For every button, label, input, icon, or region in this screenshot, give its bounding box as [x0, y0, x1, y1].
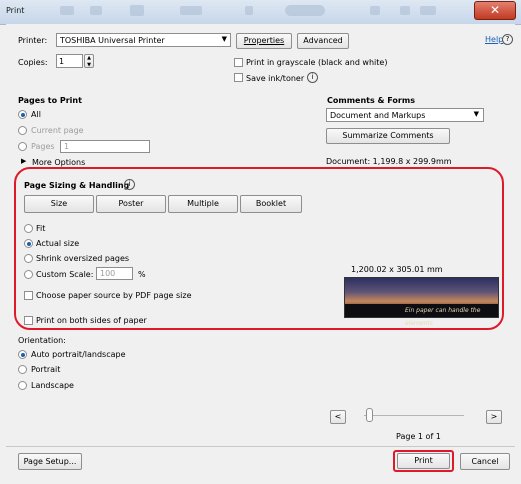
auto-orientation-radio[interactable]: [18, 350, 27, 359]
printer-value: TOSHIBA Universal Printer: [60, 36, 165, 45]
paper-source-label: Choose paper source by PDF page size: [36, 291, 192, 300]
page-count: Page 1 of 1: [396, 432, 441, 441]
pages-input[interactable]: 1: [60, 140, 150, 153]
cancel-button[interactable]: Cancel: [460, 453, 510, 470]
pages-to-print-heading: Pages to Print: [18, 96, 82, 105]
printer-label: Printer:: [18, 36, 48, 45]
preview-size: 1,200.02 x 305.01 mm: [351, 265, 443, 274]
preview-banner: Ein paper can handle the elements: [345, 304, 498, 327]
spin-arrows-icon[interactable]: ▲ ▼: [84, 54, 94, 68]
comments-forms-value: Document and Markups: [330, 111, 426, 120]
triangle-right-icon[interactable]: ▶: [21, 157, 26, 165]
pages-radio[interactable]: [18, 142, 27, 151]
save-ink-label: Save ink/toner: [246, 74, 305, 83]
current-page-radio[interactable]: [18, 126, 27, 135]
toolbar-icon: [420, 6, 436, 15]
toolbar-icon: [370, 6, 380, 15]
fit-label: Fit: [36, 224, 46, 233]
portrait-radio[interactable]: [18, 365, 27, 374]
comments-forms-heading: Comments & Forms: [327, 96, 415, 105]
comments-forms-select[interactable]: Document and Markups ▼: [326, 108, 484, 122]
both-sides-checkbox[interactable]: [24, 316, 33, 325]
auto-orientation-label: Auto portrait/landscape: [31, 350, 126, 359]
toolbar-icon: [400, 6, 410, 15]
toolbar-icon: [285, 5, 325, 16]
properties-button[interactable]: Properties: [236, 33, 292, 49]
toolbar-icon: [90, 6, 102, 15]
page-preview: Ein paper can handle the elements: [344, 277, 499, 327]
custom-scale-label: Custom Scale:: [36, 270, 94, 279]
all-label: All: [31, 110, 41, 119]
orientation-heading: Orientation:: [18, 336, 66, 345]
toolbar-icon: [180, 6, 202, 15]
copies-input[interactable]: 1: [56, 54, 83, 68]
toolbar-icon: [60, 6, 74, 15]
landscape-label: Landscape: [31, 381, 74, 390]
title-bar: [0, 0, 521, 25]
copies-label: Copies:: [18, 58, 48, 67]
prev-page-button[interactable]: <: [330, 410, 346, 424]
paper-source-checkbox[interactable]: [24, 291, 33, 300]
actual-size-radio[interactable]: [24, 239, 33, 248]
actual-size-label: Actual size: [36, 239, 80, 248]
tab-booklet[interactable]: Booklet: [240, 195, 302, 213]
footer-divider: [6, 446, 515, 447]
help-link[interactable]: Help: [485, 35, 503, 44]
tab-poster[interactable]: Poster: [96, 195, 166, 213]
toolbar-icon: [245, 6, 253, 15]
landscape-radio[interactable]: [18, 381, 27, 390]
shrink-radio[interactable]: [24, 254, 33, 263]
tab-multiple[interactable]: Multiple: [168, 195, 238, 213]
close-icon[interactable]: ✕: [474, 1, 516, 20]
dropdown-arrow-icon: ▼: [473, 110, 479, 118]
custom-scale-radio[interactable]: [24, 270, 33, 279]
window-title: Print: [6, 6, 25, 15]
more-options-toggle[interactable]: More Options: [32, 158, 85, 167]
toolbar-icon: [130, 5, 144, 16]
shrink-label: Shrink oversized pages: [36, 254, 130, 263]
tab-size[interactable]: Size: [24, 195, 94, 213]
info-icon[interactable]: i: [307, 72, 318, 83]
current-page-label: Current page: [31, 126, 84, 135]
grayscale-label: Print in grayscale (black and white): [246, 58, 388, 67]
page-sizing-heading: Page Sizing & Handling: [24, 181, 130, 190]
both-sides-label: Print on both sides of paper: [36, 316, 147, 325]
page-slider-track[interactable]: [364, 415, 464, 416]
document-size: Document: 1,199.8 x 299.9mm: [326, 157, 452, 166]
page-setup-button[interactable]: Page Setup...: [18, 453, 82, 470]
fit-radio[interactable]: [24, 224, 33, 233]
grayscale-checkbox[interactable]: [234, 58, 243, 67]
page-slider-thumb[interactable]: [366, 408, 373, 422]
next-page-button[interactable]: >: [486, 410, 502, 424]
percent-label: %: [138, 270, 146, 279]
print-button[interactable]: Print: [397, 453, 450, 469]
summarize-comments-button[interactable]: Summarize Comments: [326, 128, 450, 144]
help-icon[interactable]: ?: [502, 34, 513, 45]
advanced-button[interactable]: Advanced: [297, 33, 349, 49]
all-radio[interactable]: [18, 110, 27, 119]
save-ink-checkbox[interactable]: [234, 73, 243, 82]
portrait-label: Portrait: [31, 365, 61, 374]
info-icon[interactable]: i: [124, 179, 135, 190]
dropdown-arrow-icon: ▼: [221, 35, 227, 43]
pages-label: Pages: [31, 142, 55, 151]
custom-scale-input[interactable]: 100: [96, 267, 133, 280]
printer-select[interactable]: TOSHIBA Universal Printer ▼: [56, 33, 231, 47]
